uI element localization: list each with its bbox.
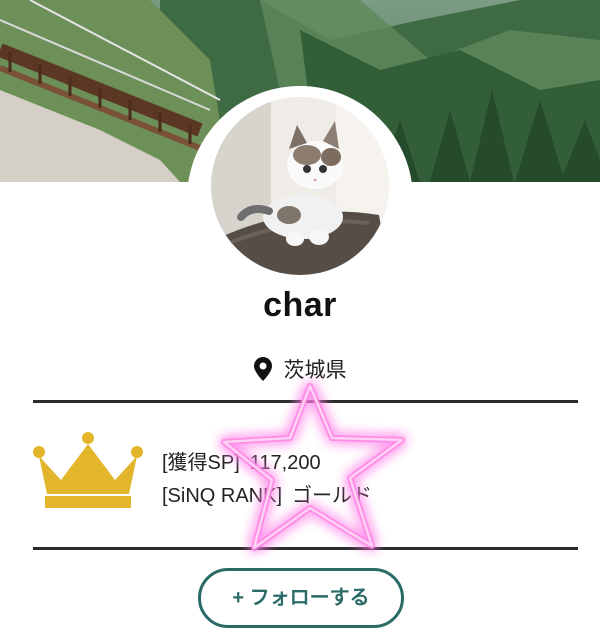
- avatar[interactable]: [211, 97, 389, 275]
- profile-username: char: [263, 286, 337, 324]
- follow-button[interactable]: + フォローする: [198, 568, 404, 628]
- rank-stats: [獲得SP] 117,200 [SiNQ RANK] ゴールド: [162, 447, 372, 513]
- location-pin-icon: [253, 357, 272, 381]
- rank-value: ゴールド: [292, 485, 373, 507]
- location-text: 茨城県: [283, 359, 347, 382]
- rank-row: [SiNQ RANK] ゴールド: [162, 480, 372, 513]
- sp-value: 117,200: [249, 452, 321, 474]
- divider-top: [33, 400, 578, 403]
- sp-label: [獲得SP]: [162, 452, 240, 474]
- divider-bottom: [33, 547, 578, 550]
- rank-label: [SiNQ RANK]: [162, 485, 283, 507]
- crown-icon: [33, 430, 143, 510]
- sp-row: [獲得SP] 117,200: [162, 447, 372, 480]
- profile-location: 茨城県: [0, 354, 600, 384]
